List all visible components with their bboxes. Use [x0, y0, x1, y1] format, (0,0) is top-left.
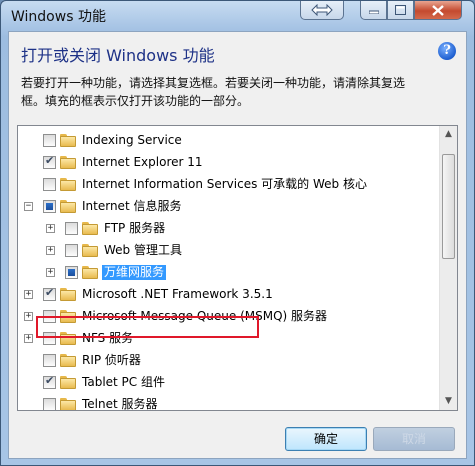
folder-icon [82, 266, 98, 279]
features-tree[interactable]: Indexing Service Internet Explorer 11 Inte… [17, 125, 458, 411]
feature-label[interactable]: Internet Explorer 11 [82, 155, 203, 170]
instructions-line-1: 若要打开一种功能，请选择其复选框。若要关闭一种功能，请清除其复选 [21, 76, 406, 90]
feature-label[interactable]: Internet Information Services 可承载的 Web 核… [82, 177, 367, 192]
expand-icon[interactable]: + [46, 224, 55, 233]
expand-icon[interactable]: + [46, 268, 55, 277]
feature-checkbox[interactable] [43, 398, 56, 410]
feature-checkbox[interactable] [65, 222, 78, 235]
folder-icon [60, 376, 76, 389]
instructions-line-2: 框。填充的框表示仅打开该功能的一部分。 [21, 94, 250, 108]
feature-checkbox[interactable] [43, 286, 56, 301]
close-button[interactable] [414, 1, 462, 20]
folder-icon [60, 156, 76, 169]
arrows-button[interactable] [300, 1, 344, 20]
scroll-up-icon[interactable]: ▲ [440, 126, 457, 143]
maximize-button[interactable] [387, 1, 414, 20]
feature-checkbox[interactable] [43, 374, 56, 389]
help-icon[interactable]: ? [438, 42, 456, 60]
feature-row[interactable]: Internet Information Services 可承载的 Web 核… [18, 174, 438, 196]
feature-row[interactable]: RIP 侦听器 [18, 350, 438, 372]
feature-label[interactable]: FTP 服务器 [104, 221, 165, 236]
feature-row[interactable]: Tablet PC 组件 [18, 372, 438, 394]
window-title: Windows 功能 [11, 9, 106, 25]
feature-row[interactable]: + 万维网服务 [18, 262, 438, 284]
feature-label[interactable]: Web 管理工具 [104, 243, 182, 258]
folder-icon [60, 398, 76, 410]
feature-checkbox[interactable] [43, 134, 56, 147]
feature-row[interactable]: − Internet 信息服务 [18, 196, 438, 218]
feature-row[interactable]: + Web 管理工具 [18, 240, 438, 262]
feature-label[interactable]: Internet 信息服务 [82, 199, 181, 214]
feature-label[interactable]: Telnet 服务器 [82, 397, 158, 410]
scroll-down-icon[interactable]: ▼ [440, 393, 457, 410]
feature-row[interactable]: Internet Explorer 11 [18, 152, 438, 174]
ok-button[interactable]: 确定 [285, 427, 367, 451]
windows-features-dialog: Windows 功能 打开或关闭 Windows 功能 ? 若要打开一种功能，请… [0, 0, 475, 466]
feature-checkbox[interactable] [43, 154, 56, 169]
feature-row[interactable]: + FTP 服务器 [18, 218, 438, 240]
highlight-box [36, 316, 259, 338]
cancel-button[interactable]: 取消 [373, 427, 455, 451]
vertical-scrollbar[interactable]: ▲ ▼ [439, 126, 457, 410]
folder-icon [82, 244, 98, 257]
feature-row[interactable]: Indexing Service [18, 130, 438, 152]
feature-checkbox[interactable] [43, 354, 56, 367]
collapse-icon[interactable]: − [24, 202, 33, 211]
feature-label[interactable]: 万维网服务 [102, 265, 167, 280]
minimize-button[interactable] [360, 1, 387, 20]
feature-label[interactable]: RIP 侦听器 [82, 353, 141, 368]
feature-checkbox[interactable] [65, 266, 78, 279]
title-bar[interactable]: Windows 功能 [1, 1, 474, 31]
folder-icon [60, 134, 76, 147]
close-icon [432, 4, 444, 16]
feature-row[interactable]: Telnet 服务器 [18, 394, 438, 410]
minimize-icon [368, 10, 379, 14]
folder-icon [60, 288, 76, 301]
folder-icon [60, 178, 76, 191]
expand-icon[interactable]: + [24, 334, 33, 343]
feature-label[interactable]: Tablet PC 组件 [82, 375, 165, 390]
page-title: 打开或关闭 Windows 功能 [21, 46, 215, 65]
feature-label[interactable]: Indexing Service [82, 133, 182, 148]
feature-checkbox[interactable] [43, 200, 56, 213]
scroll-thumb[interactable] [442, 154, 455, 259]
feature-checkbox[interactable] [65, 244, 78, 257]
feature-label[interactable]: Microsoft .NET Framework 3.5.1 [82, 287, 273, 302]
instructions: 若要打开一种功能，请选择其复选框。若要关闭一种功能，请清除其复选 框。填充的框表… [21, 74, 451, 110]
folder-icon [82, 222, 98, 235]
dialog-content: 打开或关闭 Windows 功能 ? 若要打开一种功能，请选择其复选框。若要关闭… [8, 31, 467, 459]
arrows-icon [311, 4, 333, 16]
folder-icon [60, 200, 76, 213]
expand-icon[interactable]: + [24, 290, 33, 299]
expand-icon[interactable]: + [24, 312, 33, 321]
folder-icon [60, 354, 76, 367]
maximize-icon [395, 5, 406, 15]
feature-checkbox[interactable] [43, 178, 56, 191]
feature-row[interactable]: + Microsoft .NET Framework 3.5.1 [18, 284, 438, 306]
expand-icon[interactable]: + [46, 246, 55, 255]
